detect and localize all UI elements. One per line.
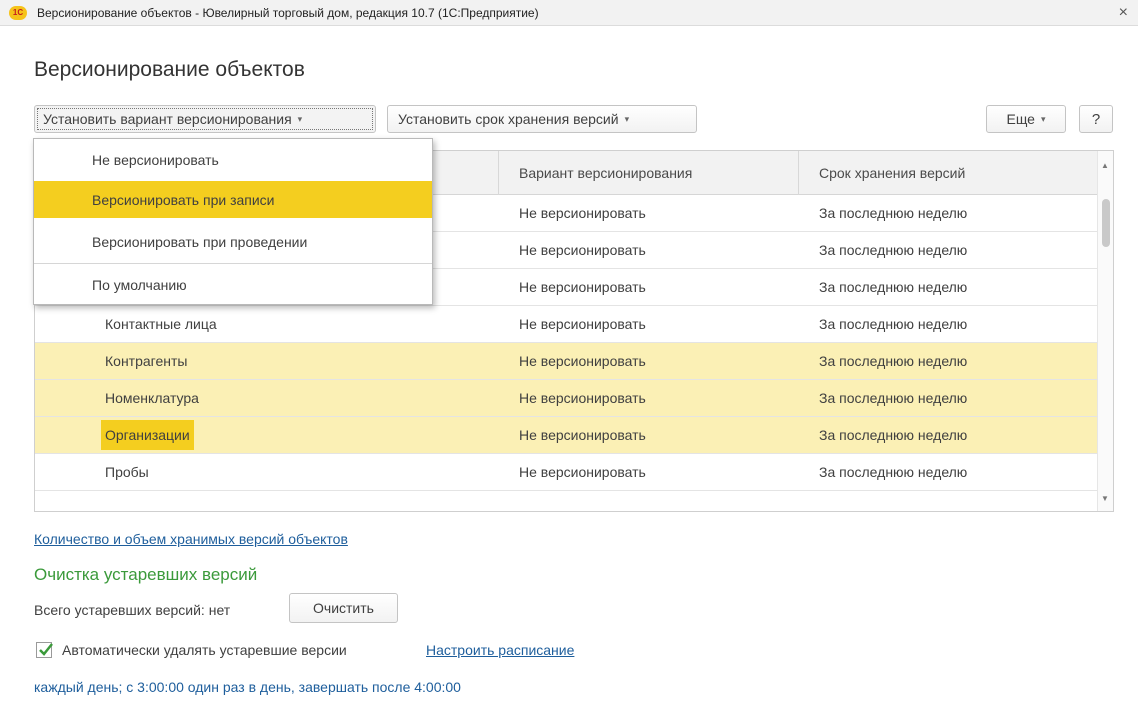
table-row[interactable]: Контактные лица Не версионировать За после… xyxy=(35,306,1098,343)
menu-item-no-versioning[interactable]: Не версионировать xyxy=(34,141,432,178)
table-row[interactable]: Контрагенты Не версионировать За последнюю… xyxy=(35,343,1098,380)
set-term-label: Установить срок хранения версий xyxy=(398,111,619,127)
menu-separator xyxy=(34,263,432,264)
cell-term: За последнюю неделю xyxy=(819,427,968,443)
obsolete-versions-total: Всего устаревших версий: нет xyxy=(34,602,231,618)
cleanup-section-title: Очистка устаревших версий xyxy=(34,565,258,584)
table-row[interactable]: Пробы Не версионировать За последнюю недел… xyxy=(35,454,1098,491)
cell-variant: Не версионировать xyxy=(519,279,646,295)
column-header-variant[interactable]: Вариант версионирования xyxy=(498,151,798,195)
set-term-button[interactable]: Установить срок хранения версий ▾ xyxy=(387,105,697,133)
cell-term: За последнюю неделю xyxy=(819,353,968,369)
scroll-thumb[interactable] xyxy=(1102,199,1110,247)
chevron-down-icon: ▾ xyxy=(624,113,630,124)
auto-delete-label: Автоматически удалять устаревшие версии xyxy=(62,642,347,658)
cell-object-name: Контрагенты xyxy=(105,353,188,369)
page-title: Версионирование объектов xyxy=(34,58,305,81)
cell-term: За последнюю неделю xyxy=(819,279,968,295)
help-button[interactable]: ? xyxy=(1079,105,1113,133)
cell-term: За последнюю неделю xyxy=(819,242,968,258)
table-row[interactable]: Организации Не версионировать За последнюю… xyxy=(35,417,1098,454)
checkmark-icon xyxy=(39,643,53,656)
cell-object-name: Контактные лица xyxy=(105,316,217,332)
scroll-up-icon[interactable]: ▲ xyxy=(1101,161,1109,170)
table-row[interactable]: Номенклатура Не версионировать За последню… xyxy=(35,380,1098,417)
schedule-description: каждый день; с 3:00:00 один раз в день, … xyxy=(34,679,461,695)
cell-variant: Не версионировать xyxy=(519,316,646,332)
menu-item-version-on-write[interactable]: Версионировать при записи xyxy=(34,181,432,218)
chevron-down-icon: ▾ xyxy=(1040,113,1046,124)
set-variant-label: Установить вариант версионирования xyxy=(43,111,292,127)
menu-item-version-on-posting[interactable]: Версионировать при проведении xyxy=(34,223,432,260)
cell-object-name: Номенклатура xyxy=(105,390,199,406)
cell-variant: Не версионировать xyxy=(519,390,646,406)
scroll-down-icon[interactable]: ▼ xyxy=(1101,494,1109,503)
versions-count-link[interactable]: Количество и объем хранимых версий объек… xyxy=(34,531,348,547)
column-header-term[interactable]: Срок хранения версий xyxy=(798,151,1098,195)
cell-term: За последнюю неделю xyxy=(819,316,968,332)
cell-term: За последнюю неделю xyxy=(819,205,968,221)
clear-button[interactable]: Очистить xyxy=(289,593,398,623)
cell-variant: Не версионировать xyxy=(519,464,646,480)
auto-delete-checkbox[interactable] xyxy=(36,642,53,658)
cell-term: За последнюю неделю xyxy=(819,464,968,480)
window-titlebar: 1С Версионирование объектов - Ювелирный … xyxy=(0,0,1138,26)
configure-schedule-link[interactable]: Настроить расписание xyxy=(426,642,574,658)
chevron-down-icon: ▾ xyxy=(297,113,303,124)
cell-variant: Не версионировать xyxy=(519,353,646,369)
cell-object-name: Пробы xyxy=(105,464,149,480)
close-icon[interactable]: × xyxy=(1119,4,1128,22)
variant-dropdown-menu: Не версионировать Версионировать при зап… xyxy=(33,138,433,305)
set-variant-button[interactable]: Установить вариант версионирования ▾ xyxy=(34,105,376,133)
cell-term: За последнюю неделю xyxy=(819,390,968,406)
cell-variant: Не версионировать xyxy=(519,205,646,221)
cell-object-name: Организации xyxy=(101,420,194,450)
more-button[interactable]: Еще ▾ xyxy=(986,105,1066,133)
cell-variant: Не версионировать xyxy=(519,427,646,443)
cell-variant: Не версионировать xyxy=(519,242,646,258)
window-title: Версионирование объектов - Ювелирный тор… xyxy=(37,5,539,20)
more-label: Еще xyxy=(1006,111,1035,127)
vertical-scrollbar[interactable]: ▲ ▼ xyxy=(1097,151,1113,511)
app-logo-icon: 1С xyxy=(9,5,27,20)
menu-item-default[interactable]: По умолчанию xyxy=(34,266,432,303)
